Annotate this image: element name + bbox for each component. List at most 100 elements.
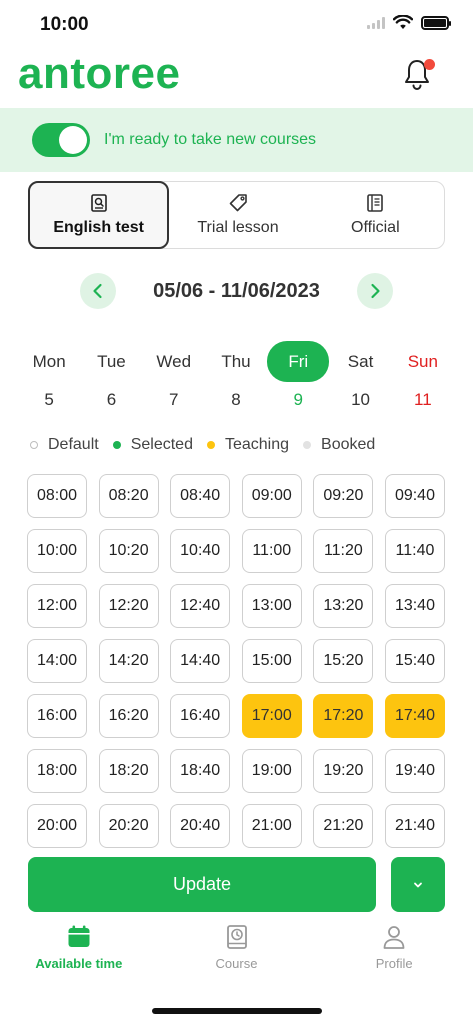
- legend-label: Default: [48, 436, 99, 453]
- day-tue[interactable]: Tue 6: [80, 341, 142, 410]
- legend-label: Selected: [130, 436, 193, 453]
- time-slot[interactable]: 16:00: [27, 694, 87, 738]
- week-range: 05/06 - 11/06/2023: [153, 280, 320, 302]
- time-slot[interactable]: 18:00: [27, 749, 87, 793]
- cellular-signal-icon: [367, 16, 385, 29]
- tab-official[interactable]: Official: [307, 182, 444, 248]
- day-thu[interactable]: Thu 8: [205, 341, 267, 410]
- tab-english-test[interactable]: English test: [28, 181, 170, 249]
- nav-label: Course: [215, 956, 258, 971]
- time-slot[interactable]: 08:20: [98, 474, 159, 518]
- nav-available-time[interactable]: Available time: [0, 924, 158, 984]
- ready-toggle[interactable]: [32, 123, 90, 157]
- chevron-right-icon: [371, 283, 380, 299]
- notebook-icon: [367, 194, 384, 212]
- day-name: Thu: [221, 352, 251, 371]
- time-slot[interactable]: 12:20: [98, 584, 159, 628]
- time-slot[interactable]: 08:40: [170, 474, 231, 518]
- day-sat[interactable]: Sat 10: [329, 341, 391, 410]
- time-slot[interactable]: 08:00: [27, 474, 87, 518]
- time-slot[interactable]: 20:40: [170, 804, 231, 848]
- day-number: 11: [414, 390, 432, 409]
- day-name: Sun: [407, 352, 438, 371]
- time-slot[interactable]: 14:00: [27, 639, 87, 683]
- day-wed[interactable]: Wed 7: [143, 341, 205, 410]
- time-slot[interactable]: 21:20: [313, 804, 374, 848]
- nav-profile[interactable]: Profile: [315, 924, 473, 984]
- time-slot[interactable]: 09:40: [384, 474, 445, 518]
- battery-icon: [421, 15, 451, 30]
- legend-default: Default: [30, 436, 99, 454]
- notification-dot: [424, 59, 435, 70]
- day-mon[interactable]: Mon 5: [18, 341, 80, 410]
- time-slot[interactable]: 12:00: [27, 584, 87, 628]
- time-slot[interactable]: 19:20: [313, 749, 374, 793]
- time-slot[interactable]: 13:20: [313, 584, 374, 628]
- home-indicator: [152, 1008, 322, 1014]
- time-slot[interactable]: 16:40: [170, 694, 231, 738]
- day-name: Fri: [267, 341, 330, 382]
- time-slot[interactable]: 21:00: [241, 804, 302, 848]
- legend-label: Booked: [321, 436, 376, 453]
- time-slot[interactable]: 13:00: [241, 584, 302, 628]
- time-slot[interactable]: 11:40: [384, 529, 445, 573]
- search-document-icon: [90, 194, 107, 212]
- time-slot[interactable]: 14:20: [98, 639, 159, 683]
- time-slot[interactable]: 10:40: [170, 529, 231, 573]
- day-name: Wed: [156, 352, 192, 371]
- day-number: 5: [44, 390, 54, 409]
- time-slot[interactable]: 12:40: [170, 584, 231, 628]
- status-time: 10:00: [40, 14, 89, 35]
- legend-selected: Selected: [112, 436, 193, 454]
- day-number: 9: [293, 390, 303, 409]
- wifi-icon: [393, 15, 413, 29]
- time-slot[interactable]: 20:00: [27, 804, 87, 848]
- time-slot[interactable]: 15:00: [241, 639, 302, 683]
- time-slot[interactable]: 18:40: [170, 749, 231, 793]
- course-type-tabs: English test Trial lesson Official: [28, 181, 445, 249]
- legend-booked: Booked: [303, 436, 375, 454]
- user-icon: [383, 926, 405, 949]
- legend-dot: [206, 441, 215, 449]
- day-name: Sat: [347, 352, 374, 371]
- time-slot[interactable]: 15:20: [313, 639, 374, 683]
- time-slot[interactable]: 21:40: [384, 804, 445, 848]
- day-fri[interactable]: Fri 9: [267, 341, 330, 410]
- day-sun[interactable]: Sun 11: [392, 341, 454, 410]
- nav-label: Available time: [35, 956, 123, 971]
- time-slot[interactable]: 14:40: [170, 639, 231, 683]
- time-slot[interactable]: 09:20: [313, 474, 374, 518]
- time-slot[interactable]: 17:40: [384, 694, 445, 738]
- time-slot[interactable]: 11:00: [241, 529, 302, 573]
- time-slots-grid: 08:00 08:20 08:40 09:00 09:20 09:40 10:00 10:20…: [27, 474, 445, 848]
- day-number: 7: [168, 390, 179, 409]
- update-button[interactable]: Update: [28, 857, 376, 912]
- next-week-button[interactable]: [357, 273, 393, 309]
- time-slot[interactable]: 10:20: [98, 529, 159, 573]
- time-slot[interactable]: 10:00: [27, 529, 87, 573]
- tab-label: Official: [351, 219, 400, 236]
- time-slots-scroll[interactable]: 08:00 08:20 08:40 09:00 09:20 09:40 10:00 10:20…: [27, 474, 445, 848]
- time-slot[interactable]: 19:40: [384, 749, 445, 793]
- time-slot[interactable]: 17:20: [313, 694, 374, 738]
- tab-label: Trial lesson: [197, 219, 279, 236]
- more-options-button[interactable]: [391, 857, 445, 912]
- day-number: 10: [351, 390, 370, 409]
- nav-course[interactable]: Course: [158, 924, 316, 984]
- time-slot[interactable]: 18:20: [98, 749, 159, 793]
- time-slot[interactable]: 13:40: [384, 584, 445, 628]
- time-slot[interactable]: 16:20: [98, 694, 159, 738]
- legend-dot: [112, 441, 121, 449]
- time-slot[interactable]: 09:00: [241, 474, 302, 518]
- day-number: 8: [231, 390, 241, 409]
- time-slot[interactable]: 19:00: [241, 749, 302, 793]
- ready-banner: I'm ready to take new courses: [0, 108, 473, 172]
- time-slot[interactable]: 17:00: [241, 694, 302, 738]
- legend-label: Teaching: [224, 436, 290, 453]
- time-slot[interactable]: 11:20: [313, 529, 374, 573]
- time-slot[interactable]: 15:40: [384, 639, 445, 683]
- day-number: 6: [106, 390, 117, 409]
- bottom-navigation: Available time Course Profile: [0, 924, 473, 984]
- tab-trial-lesson[interactable]: Trial lesson: [169, 182, 306, 248]
- time-slot[interactable]: 20:20: [98, 804, 159, 848]
